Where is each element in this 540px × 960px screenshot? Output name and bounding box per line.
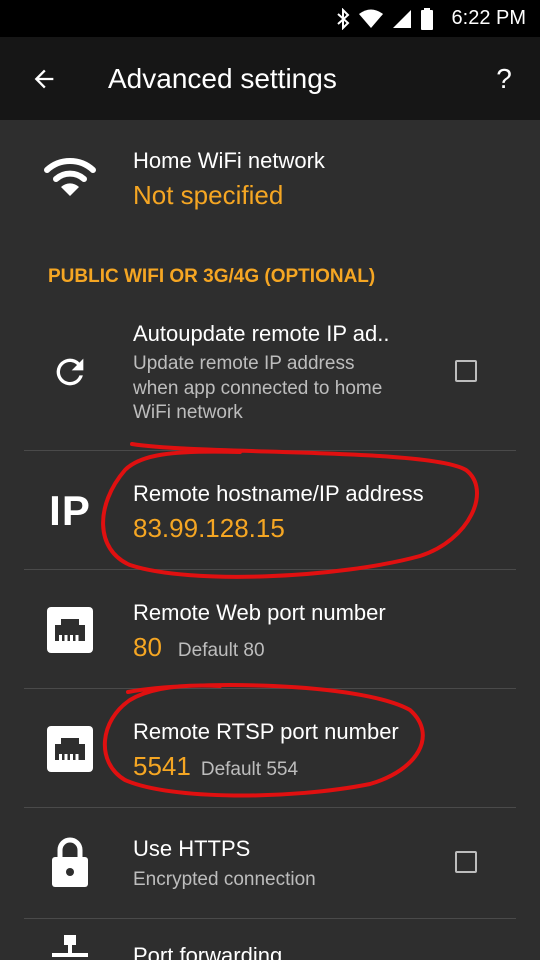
web-port-value: 80 (133, 632, 162, 662)
autoupdate-setting[interactable]: Autoupdate remote IP ad.. Update remote … (0, 306, 540, 450)
ip-icon: IP (49, 487, 91, 534)
battery-icon (420, 7, 434, 30)
app-bar: Advanced settings ? (0, 37, 540, 120)
rtsp-port-default: Default 554 (200, 759, 299, 780)
help-button[interactable]: ? (488, 59, 520, 99)
back-button[interactable] (24, 59, 64, 99)
remote-host-value: 83.99.128.15 (133, 513, 285, 543)
https-title: Use HTTPS (133, 836, 251, 861)
network-icon (40, 935, 100, 960)
remote-host-setting[interactable]: IP Remote hostname/IP address 83.99.128.… (0, 451, 540, 569)
web-port-setting[interactable]: Remote Web port number 80 Default 80 (0, 570, 540, 688)
ethernet-port-icon (40, 606, 100, 654)
rtsp-port-setting[interactable]: Remote RTSP port number 5541 Default 554 (0, 689, 540, 807)
rtsp-port-value: 5541 (133, 751, 191, 781)
home-wifi-setting[interactable]: Home WiFi network Not specified (0, 120, 540, 240)
section-header-public: PUBLIC WIFI OR 3G/4G (OPTIONAL) (48, 266, 376, 287)
home-wifi-value: Not specified (133, 180, 284, 210)
remote-host-title: Remote hostname/IP address (133, 481, 424, 506)
refresh-icon (40, 350, 100, 394)
web-port-value-line: 80 Default 80 (133, 632, 265, 663)
bluetooth-icon (336, 7, 350, 30)
ethernet-port-icon (40, 725, 100, 773)
wifi-icon (40, 152, 100, 202)
lock-icon (40, 834, 100, 890)
autoupdate-summary: Update remote IP address when app connec… (133, 353, 383, 423)
back-arrow-icon (34, 69, 54, 89)
autoupdate-checkbox[interactable] (455, 360, 477, 382)
web-port-default: Default 80 (177, 640, 265, 661)
port-forwarding-title: Port forwarding (133, 943, 283, 960)
status-bar: 6:22 PM (0, 0, 540, 37)
https-summary: Encrypted connection (133, 869, 316, 890)
signal-icon (392, 9, 412, 29)
page-title: Advanced settings (108, 63, 337, 94)
wifi-icon (358, 9, 384, 29)
rtsp-port-title: Remote RTSP port number (133, 719, 399, 744)
web-port-title: Remote Web port number (133, 600, 386, 625)
https-setting[interactable]: Use HTTPS Encrypted connection (0, 808, 540, 918)
status-time: 6:22 PM (451, 7, 526, 29)
home-wifi-title: Home WiFi network (133, 148, 325, 173)
port-forwarding-setting[interactable]: Port forwarding (0, 919, 540, 960)
https-checkbox[interactable] (455, 851, 477, 873)
autoupdate-title: Autoupdate remote IP ad.. (133, 321, 390, 346)
rtsp-port-value-line: 5541 Default 554 (133, 751, 298, 782)
